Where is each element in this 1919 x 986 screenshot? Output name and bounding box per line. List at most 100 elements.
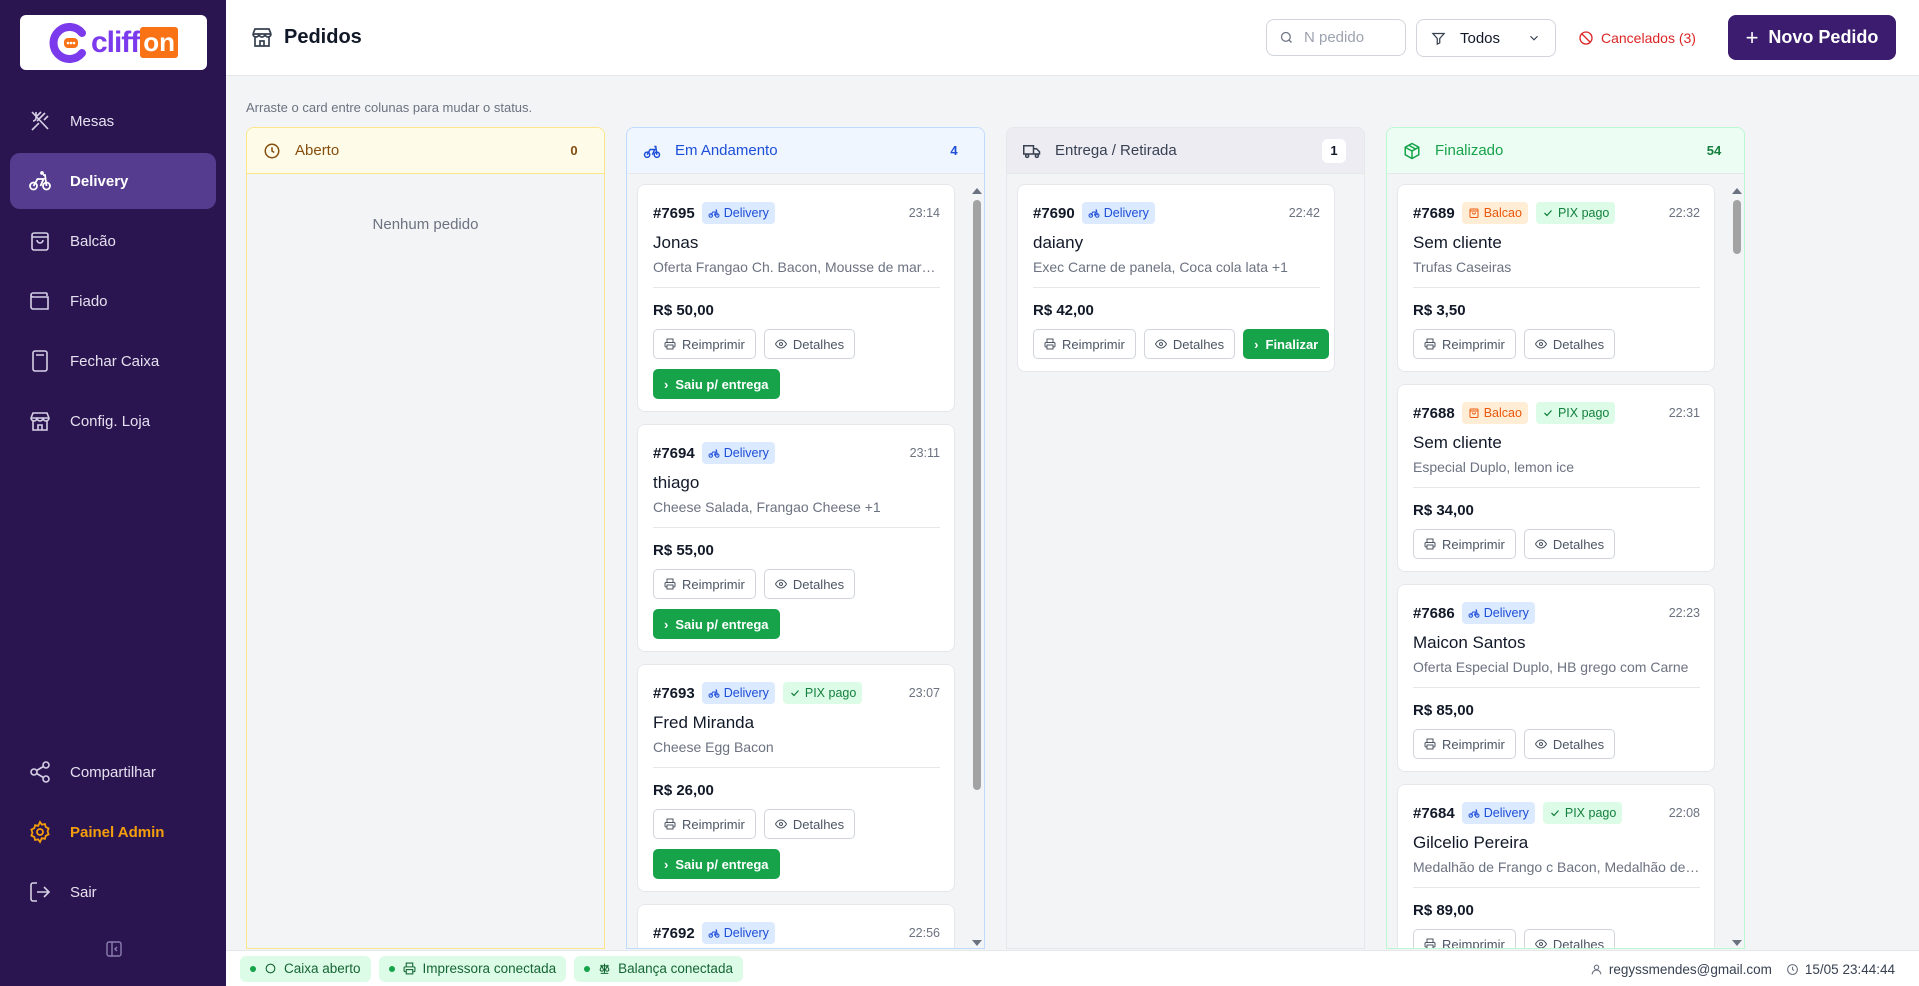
reimprimir-button[interactable]: Reimprimir — [1033, 329, 1136, 359]
check-icon — [1544, 410, 1552, 417]
detalhes-button[interactable]: Detalhes — [1143, 329, 1236, 359]
column-aberto[interactable]: Aberto 0 Nenhum pedido — [246, 127, 605, 949]
sidebar-item-delivery[interactable]: Delivery — [10, 153, 216, 209]
detalhes-button[interactable]: Detalhes — [763, 569, 856, 599]
order-id: #7693 — [653, 684, 695, 702]
sidebar-item-painel-admin[interactable]: Painel Admin — [10, 804, 216, 860]
detalhes-button[interactable]: Detalhes — [1523, 929, 1616, 948]
reimprimir-button[interactable]: Reimprimir — [1413, 729, 1516, 759]
eye-icon — [1534, 339, 1547, 349]
sidebar-item-config-loja[interactable]: Config. Loja — [10, 393, 216, 449]
column-entrega-retirada[interactable]: Entrega / Retirada 1 #7690 Delivery 22:4… — [1006, 127, 1365, 949]
column-em-andamento[interactable]: Em Andamento 4 #7695 Delivery 23:14 Jona… — [626, 127, 985, 949]
order-card[interactable]: #7695 Delivery 23:14 Jonas Oferta Franga… — [637, 184, 955, 412]
order-card[interactable]: #7690 Delivery 22:42 daiany Exec Carne d… — [1017, 184, 1335, 372]
reimprimir-button[interactable]: Reimprimir — [653, 569, 756, 599]
customer-name: Fred Miranda — [653, 713, 755, 732]
logo-mark-icon — [49, 22, 86, 63]
sidebar-item-fechar-caixa[interactable]: Fechar Caixa — [10, 333, 216, 389]
chevron-right-icon: › — [664, 376, 669, 392]
detalhes-button[interactable]: Detalhes — [763, 809, 856, 839]
delivery-badge: Delivery — [1461, 802, 1535, 824]
order-card[interactable]: #7688 Balcao PIX pago 22:31 Sem cliente … — [1397, 384, 1715, 572]
reimprimir-button[interactable]: Reimprimir — [653, 329, 756, 359]
eye-icon — [1154, 339, 1167, 349]
sidebar-item-mesas[interactable]: Mesas — [10, 93, 216, 149]
order-id: #7684 — [1413, 804, 1455, 822]
scroll-thumb[interactable] — [1733, 200, 1741, 254]
column-count: 4 — [950, 143, 958, 158]
saiu-entrega-button[interactable]: › Saiu p/ entrega — [653, 609, 780, 639]
finalizar-button[interactable]: › Finalizar — [1243, 329, 1330, 359]
wallet-icon — [30, 292, 49, 310]
sidebar-item-fiado[interactable]: Fiado — [10, 273, 216, 329]
eye-icon — [774, 579, 787, 589]
reimprimir-button[interactable]: Reimprimir — [1413, 529, 1516, 559]
card-list: #7690 Delivery 22:42 daiany Exec Carne d… — [1017, 184, 1335, 384]
button-label: Reimprimir — [682, 576, 745, 592]
scroll-down-arrow[interactable] — [1732, 940, 1742, 946]
sidebar-item-compartilhar[interactable]: Compartilhar — [10, 744, 216, 800]
collapse-sidebar-icon[interactable] — [105, 940, 123, 958]
detalhes-button[interactable]: Detalhes — [763, 329, 856, 359]
order-total: R$ 85,00 — [1413, 702, 1474, 719]
user-email: regyssmendes@gmail.com — [1608, 961, 1772, 977]
printer-icon — [664, 338, 676, 350]
order-time: 23:11 — [909, 446, 940, 460]
button-label: Detalhes — [1172, 336, 1225, 352]
column-scrollbar[interactable] — [1731, 184, 1742, 948]
column-header: Entrega / Retirada 1 — [1007, 128, 1364, 174]
cancelados-button[interactable]: Cancelados (3) — [1578, 19, 1696, 57]
order-card[interactable]: #7684 Delivery PIX pago 22:08 Gilcelio P… — [1397, 784, 1715, 948]
circle-icon — [265, 963, 276, 974]
order-card[interactable]: #7689 Balcao PIX pago 22:32 Sem cliente … — [1397, 184, 1715, 372]
calculator-icon — [32, 350, 48, 372]
column-scrollbar[interactable] — [971, 184, 982, 948]
saiu-entrega-button[interactable]: › Saiu p/ entrega — [653, 369, 780, 399]
column-title: Finalizado — [1435, 142, 1504, 159]
column-header: Finalizado 54 — [1387, 128, 1744, 174]
order-time: 22:31 — [1668, 406, 1700, 420]
search-icon — [1280, 31, 1292, 43]
order-card[interactable]: #7693 Delivery PIX pago 23:07 Fred Miran… — [637, 664, 955, 892]
sidebar: cliff on Mesas Delivery Balcão Fiado Fec… — [0, 0, 226, 986]
column-finalizado[interactable]: Finalizado 54 #7689 Balcao PIX pago 22:3… — [1386, 127, 1745, 949]
order-card[interactable]: #7694 Delivery 23:11 thiago Cheese Salad… — [637, 424, 955, 652]
search-input[interactable] — [1304, 29, 1394, 46]
sidebar-item-balcao[interactable]: Balcão — [10, 213, 216, 269]
order-card[interactable]: #7686 Delivery 22:23 Maicon Santos Ofert… — [1397, 584, 1715, 772]
plus-icon: + — [1745, 24, 1759, 50]
scroll-up-arrow[interactable] — [972, 188, 982, 194]
sidebar-item-sair[interactable]: Sair — [10, 864, 216, 920]
printer-icon — [664, 818, 676, 830]
detalhes-button[interactable]: Detalhes — [1523, 729, 1616, 759]
cancelados-label: Cancelados (3) — [1601, 30, 1696, 46]
saiu-entrega-button[interactable]: › Saiu p/ entrega — [653, 849, 780, 879]
sidebar-item-label: Fechar Caixa — [70, 352, 160, 370]
sidebar-item-label: Sair — [70, 883, 97, 901]
status-balanca-label: Balança conectada — [618, 961, 733, 976]
detalhes-button[interactable]: Detalhes — [1523, 529, 1616, 559]
novo-pedido-button[interactable]: + Novo Pedido — [1728, 15, 1896, 60]
badge-label: Delivery — [1103, 206, 1149, 220]
column-count: 54 — [1706, 143, 1722, 158]
delivery-badge: Delivery — [701, 922, 775, 944]
customer-name: daiany — [1033, 233, 1084, 252]
order-items: Oferta Especial Duplo, HB grego com Carn… — [1413, 659, 1700, 688]
order-time: 23:14 — [908, 206, 940, 220]
order-search[interactable] — [1266, 19, 1406, 56]
button-label: Reimprimir — [1442, 336, 1505, 352]
reimprimir-button[interactable]: Reimprimir — [1413, 329, 1516, 359]
scroll-up-arrow[interactable] — [1732, 188, 1742, 194]
scroll-down-arrow[interactable] — [972, 940, 982, 946]
order-id: #7688 — [1413, 404, 1455, 422]
detalhes-button[interactable]: Detalhes — [1523, 329, 1616, 359]
bike-icon — [708, 209, 720, 218]
clock-icon — [264, 143, 280, 158]
scroll-thumb[interactable] — [973, 200, 981, 790]
reimprimir-button[interactable]: Reimprimir — [1413, 929, 1516, 948]
status-filter-select[interactable]: Todos — [1416, 19, 1556, 57]
order-card[interactable]: #7692 Delivery 22:56 — [637, 904, 955, 948]
reimprimir-button[interactable]: Reimprimir — [653, 809, 756, 839]
brand-logo[interactable]: cliff on — [20, 15, 207, 70]
